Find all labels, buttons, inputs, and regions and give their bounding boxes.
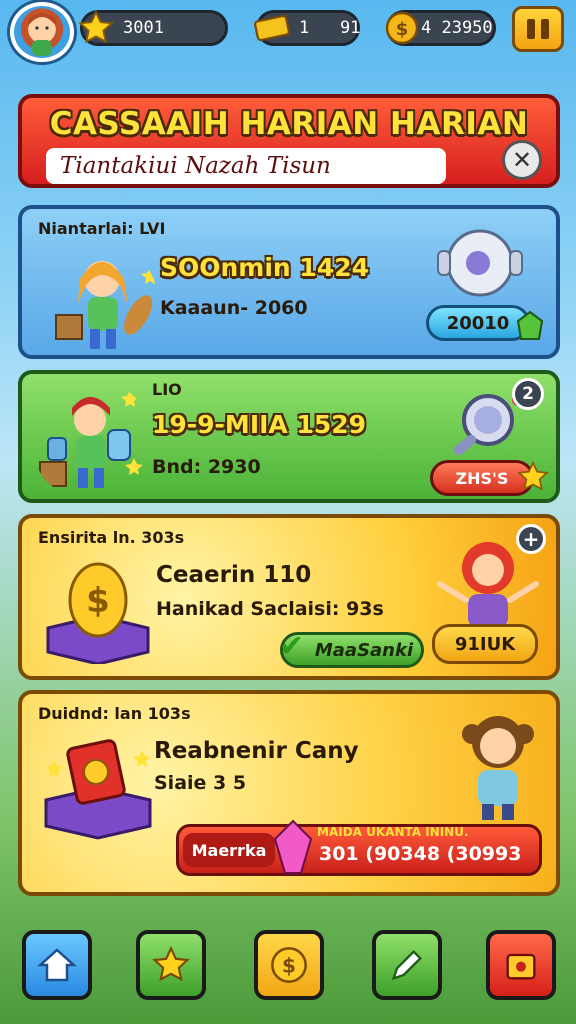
pencil-icon xyxy=(391,950,422,981)
nav-star-button[interactable] xyxy=(136,930,206,1000)
close-icon: ✕ xyxy=(511,146,533,174)
card-4-reward-title: MAIDA UKANTA ININU. xyxy=(317,825,469,839)
card-1-detail: Kaaaun- 2060 xyxy=(160,297,308,319)
coin-currency-icon: $ xyxy=(381,7,423,49)
stars-counter: 3001 xyxy=(78,9,228,46)
card-3-reward-label: 91IUK xyxy=(454,633,516,655)
card-4-reward-value: 301 (90348 (30993 xyxy=(319,843,522,865)
coins-counter: $ 4 23950 xyxy=(385,10,496,46)
card-4-action-button[interactable]: Maerrka xyxy=(183,833,275,867)
star-currency-icon xyxy=(75,7,117,49)
svg-text:$: $ xyxy=(86,581,110,621)
quest-card-1[interactable]: Niantarlai: LVI SOOnmin 1424 Kaaaun- 206… xyxy=(18,205,560,359)
card-1-reward-label: 20010 xyxy=(446,312,510,334)
card-4-title: Reabnenir Cany xyxy=(154,738,359,764)
pause-button[interactable] xyxy=(512,6,564,52)
banner-title: CASSAAIH HARIAN HARIAN xyxy=(49,106,529,142)
card-3-badge[interactable]: + xyxy=(516,524,546,554)
coins-value: 4 23950 xyxy=(421,18,493,38)
card-3-badge-label: + xyxy=(522,527,540,551)
coin-icon: $ xyxy=(271,947,307,983)
card-4-reward-bar[interactable]: Maerrka MAIDA UKANTA ININU. 301 (90348 (… xyxy=(176,819,542,876)
nav-pencil-button[interactable] xyxy=(372,930,442,1000)
pink-gem-icon xyxy=(273,819,313,874)
girl-character-icon xyxy=(55,261,158,349)
checkmark-icon: ✔ xyxy=(279,629,305,664)
boy-character-icon xyxy=(39,390,143,488)
pause-icon xyxy=(524,19,552,39)
card-2-reward-label: ZHS'S xyxy=(455,468,509,488)
top-hud: 3001 1 91 $ 4 23950 xyxy=(0,0,576,64)
card-3-reward[interactable]: 91IUK xyxy=(432,624,538,664)
card-4-action-label: Maerrka xyxy=(191,840,267,860)
gem-icon xyxy=(516,310,544,341)
star-icon xyxy=(152,945,190,982)
banner-subtitle: Tiantakiui Nazah Tisun xyxy=(46,148,446,184)
svg-text:$: $ xyxy=(396,19,409,40)
close-button[interactable]: ✕ xyxy=(502,140,542,180)
avatar-face-icon xyxy=(28,13,56,56)
card-3-action-label: MaaSanki xyxy=(314,639,414,661)
card-3-header: Ensirita ln. 303s xyxy=(38,528,185,547)
nav-home-button[interactable] xyxy=(22,930,92,1000)
card-3-title: Ceaerin 110 xyxy=(156,562,312,588)
svg-text:$: $ xyxy=(282,954,296,978)
red-gift-icon xyxy=(44,739,152,840)
card-2-badge-label: 2 xyxy=(522,384,534,404)
nav-shop-button[interactable] xyxy=(486,930,556,1000)
quest-card-3[interactable]: Ensirita ln. 303s $ Ceaerin 110 Hanikad … xyxy=(18,514,560,680)
card-3-action-button[interactable]: ✔ MaaSanki xyxy=(279,629,424,668)
ticket-icon xyxy=(251,7,293,49)
daily-challenge-banner: CASSAAIH HARIAN HARIAN Tiantakiui Nazah … xyxy=(18,94,560,188)
card-2-header: LIO xyxy=(152,380,182,399)
home-icon xyxy=(37,948,77,982)
card-3-detail: Hanikad Saclaisi: 93s xyxy=(156,598,384,620)
kid-character-icon xyxy=(462,716,534,820)
card-4-detail: Siaie 3 5 xyxy=(154,772,247,794)
card-4-header: Duidnd: lan 103s xyxy=(38,704,191,723)
card-2-title: 19-9-MIIA 1529 xyxy=(152,410,367,439)
gold-coin-icon: $ xyxy=(46,562,150,664)
card-1-title: SOOnmin 1424 xyxy=(160,253,370,282)
game-screen: { "hud": { "stars": "3001", "tickets": "… xyxy=(0,0,576,1024)
stars-value: 3001 xyxy=(123,18,164,38)
card-2-badge: 2 xyxy=(512,378,544,410)
tickets-value: 1 91 xyxy=(299,18,361,38)
player-avatar[interactable] xyxy=(10,2,74,62)
card-2-detail: Bnd: 2930 xyxy=(152,456,261,478)
star-icon xyxy=(517,460,549,491)
nav-coin-button[interactable]: $ xyxy=(254,930,324,1000)
quest-card-2[interactable]: LIO 19-9-MIIA 1529 Bnd: 2930 2 ZHS'S xyxy=(18,370,560,503)
robot-head-icon xyxy=(437,229,523,297)
shop-icon xyxy=(506,953,536,980)
card-1-header: Niantarlai: LVI xyxy=(38,219,166,238)
quest-card-4[interactable]: Duidnd: lan 103s Reabnenir Cany Siaie 3 … xyxy=(18,690,560,896)
tickets-counter: 1 91 xyxy=(254,10,361,46)
